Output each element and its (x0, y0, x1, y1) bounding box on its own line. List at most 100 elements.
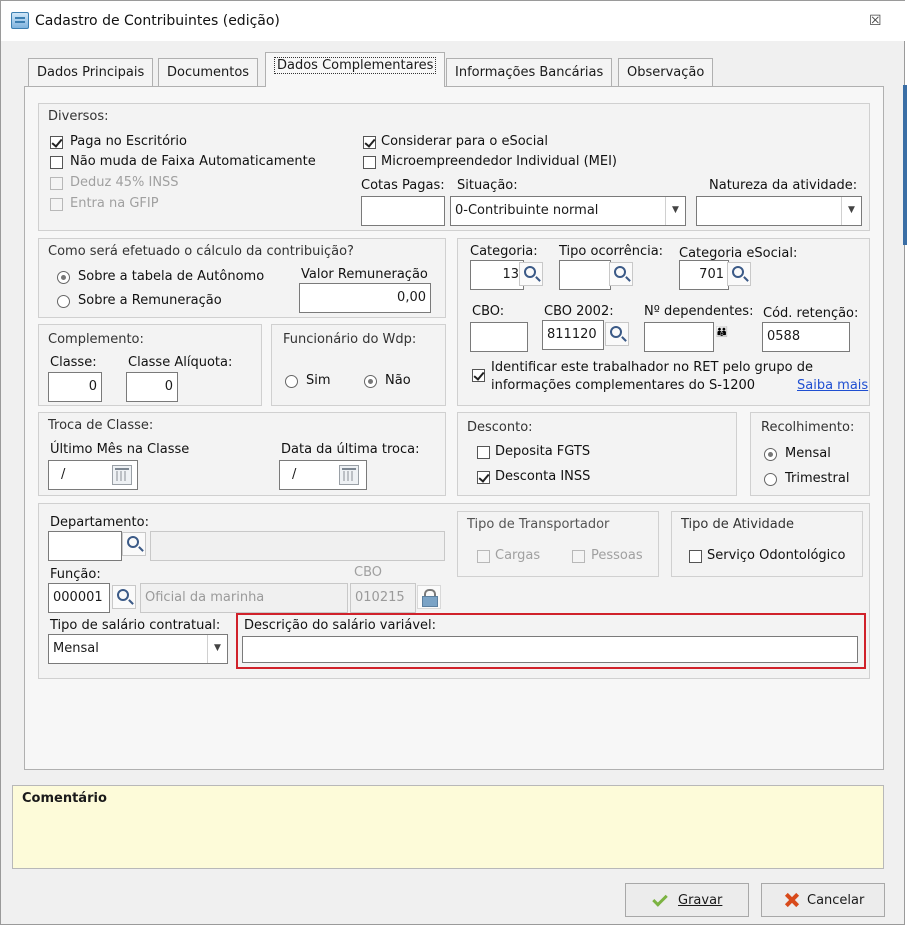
nao-muda-faixa-checkbox[interactable] (50, 156, 63, 169)
tipo-salario-select[interactable]: Mensal (48, 634, 228, 664)
cbo-2002-label: CBO 2002: (544, 304, 614, 319)
data-troca-calendar-icon[interactable] (339, 465, 359, 485)
funcao-search-button[interactable] (112, 585, 136, 609)
tabela-autonomo-label: Sobre a tabela de Autônomo (78, 269, 265, 284)
window-title: Cadastro de Contribuintes (edição) (35, 13, 280, 29)
remuneracao-label: Sobre a Remuneração (78, 293, 222, 308)
deposita-fgts-label: Deposita FGTS (495, 444, 591, 459)
funcao-cbo-label: CBO (354, 565, 382, 580)
saiba-mais-link[interactable]: Saiba mais (797, 378, 868, 393)
lock-icon (422, 589, 438, 607)
cbo-2002-search-button[interactable] (605, 322, 629, 346)
categoria-esocial-search-button[interactable] (727, 262, 751, 286)
mensal-radio[interactable] (764, 448, 777, 461)
categoria-esocial-input[interactable]: 701 (679, 260, 729, 290)
situacao-value: 0-Contribuinte normal (455, 203, 599, 218)
ultimo-mes-label: Último Mês na Classe (50, 442, 190, 457)
situacao-label: Situação: (457, 178, 518, 193)
data-troca-label: Data da última troca: (281, 442, 420, 457)
funcao-input[interactable]: 000001 (48, 583, 110, 613)
entra-gfip-checkbox (50, 198, 63, 211)
situacao-chevron-down-icon[interactable]: ▼ (665, 197, 685, 225)
highlight-box (236, 613, 866, 669)
cargas-checkbox (477, 550, 490, 563)
close-icon[interactable]: ☒ (869, 13, 882, 29)
tipo-ocorrencia-label: Tipo ocorrência: (559, 244, 664, 259)
considerar-esocial-checkbox[interactable] (363, 136, 376, 149)
tab-informacoes-bancarias[interactable]: Informações Bancárias (446, 58, 613, 86)
calculo-title: Como será efetuado o cálculo da contribu… (48, 244, 354, 259)
tab-dados-principais[interactable]: Dados Principais (28, 58, 154, 86)
people-add-icon: 👪 (715, 327, 729, 338)
paga-escritorio-checkbox[interactable] (50, 136, 63, 149)
save-button[interactable]: Gravar (625, 883, 749, 917)
funcao-cbo-input: 010215 (350, 583, 416, 613)
tipo-salario-chevron-down-icon[interactable]: ▼ (207, 635, 227, 663)
categoria-search-button[interactable] (519, 262, 543, 286)
comment-label: Comentário (22, 791, 107, 806)
ultimo-mes-calendar-icon[interactable] (112, 465, 132, 485)
considerar-esocial-label: Considerar para o eSocial (381, 134, 548, 149)
comment-area[interactable] (12, 785, 884, 869)
departamento-search-button[interactable] (122, 532, 146, 556)
categoria-input[interactable]: 13 (470, 260, 524, 290)
tipo-salario-label: Tipo de salário contratual: (50, 618, 221, 633)
tipo-ocorrencia-input[interactable] (559, 260, 611, 290)
dependentes-button[interactable]: 👪 (710, 324, 734, 348)
departamento-input[interactable] (48, 531, 122, 561)
cod-retencao-input[interactable]: 0588 (762, 322, 850, 352)
tipo-salario-value: Mensal (53, 641, 99, 656)
cancel-button[interactable]: Cancelar (761, 883, 885, 917)
classe-label: Classe: (50, 355, 97, 370)
cargas-label: Cargas (495, 548, 541, 563)
cbo-2002-input[interactable]: 811120 (542, 320, 604, 350)
odontologico-checkbox[interactable] (689, 550, 702, 563)
tipo-ocorrencia-search-button[interactable] (609, 262, 633, 286)
trimestral-label: Trimestral (785, 471, 850, 486)
tab-observacao[interactable]: Observação (618, 58, 714, 86)
natureza-select[interactable] (696, 196, 862, 226)
funcao-label: Função: (50, 567, 101, 582)
funcao-cbo-lock-button[interactable] (417, 585, 441, 609)
cotas-input[interactable] (361, 196, 445, 226)
funcionario-sim-label: Sim (306, 373, 331, 388)
recolhimento-title: Recolhimento: (761, 420, 855, 435)
close-icon (784, 892, 800, 908)
remuneracao-radio[interactable] (57, 295, 70, 308)
trimestral-radio[interactable] (764, 473, 777, 486)
check-icon (652, 891, 668, 907)
classe-aliquota-input[interactable]: 0 (126, 372, 178, 402)
pessoas-checkbox (572, 550, 585, 563)
ret-checkbox[interactable] (472, 369, 485, 382)
save-label: Gravar (678, 893, 723, 908)
valor-remuneracao-input[interactable]: 0,00 (299, 283, 431, 313)
troca-classe-title: Troca de Classe: (48, 418, 154, 433)
cbo-input[interactable] (470, 322, 528, 352)
dependentes-input[interactable] (644, 322, 714, 352)
entra-gfip-label: Entra na GFIP (70, 196, 159, 211)
tab-dados-complementares[interactable]: Dados Complementares (265, 52, 446, 87)
mei-checkbox[interactable] (363, 156, 376, 169)
classe-aliquota-label: Classe Alíquota: (128, 355, 233, 370)
tabela-autonomo-radio[interactable] (57, 271, 70, 284)
funcionario-nao-label: Não (385, 373, 411, 388)
classe-input[interactable]: 0 (48, 372, 102, 402)
search-icon (732, 266, 744, 278)
deposita-fgts-checkbox[interactable] (477, 446, 490, 459)
tab-documentos[interactable]: Documentos (158, 58, 259, 86)
funcionario-nao-radio[interactable] (364, 375, 377, 388)
natureza-chevron-down-icon[interactable]: ▼ (841, 197, 861, 225)
funcionario-sim-radio[interactable] (285, 375, 298, 388)
cotas-label: Cotas Pagas: (361, 178, 445, 193)
desconto-title: Desconto: (467, 420, 533, 435)
app-icon (11, 12, 29, 29)
pessoas-label: Pessoas (591, 548, 643, 563)
desconta-inss-checkbox[interactable] (477, 471, 490, 484)
situacao-select[interactable]: 0-Contribuinte normal (450, 196, 686, 226)
cancel-label: Cancelar (807, 893, 865, 908)
dialog-window: Cadastro de Contribuintes (edição) ☒ Dad… (0, 0, 906, 925)
title-bar: Cadastro de Contribuintes (edição) ☒ (1, 1, 906, 41)
background-window-edge (903, 85, 907, 245)
deduz-inss-checkbox (50, 177, 63, 190)
desconta-inss-label: Desconta INSS (495, 469, 591, 484)
